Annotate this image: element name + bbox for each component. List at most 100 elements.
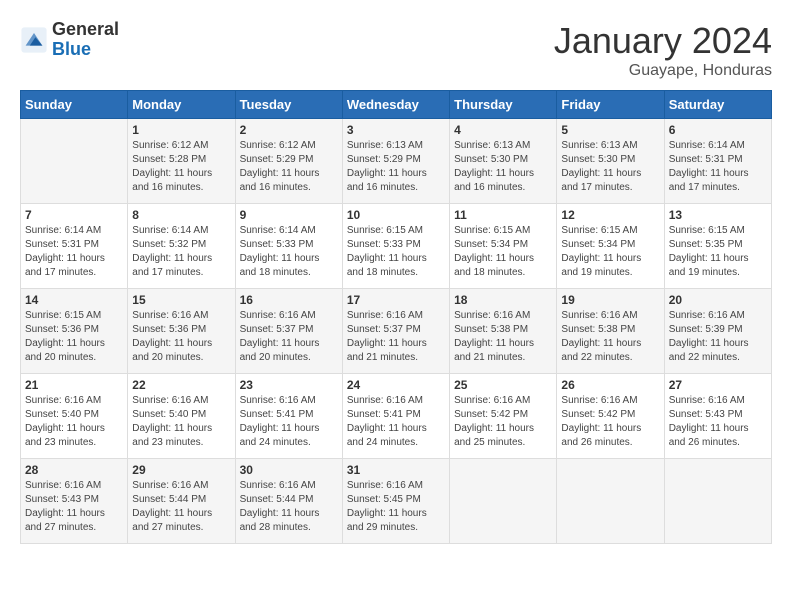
day-cell: 19Sunrise: 6:16 AM Sunset: 5:38 PM Dayli… bbox=[557, 289, 664, 374]
day-info: Sunrise: 6:12 AM Sunset: 5:29 PM Dayligh… bbox=[240, 139, 338, 195]
day-cell bbox=[450, 459, 557, 544]
day-number: 28 bbox=[25, 463, 123, 477]
location-title: Guayape, Honduras bbox=[554, 62, 772, 80]
month-title: January 2024 bbox=[554, 20, 772, 62]
header-cell-monday: Monday bbox=[128, 91, 235, 119]
logo-general: General bbox=[52, 20, 119, 40]
day-number: 1 bbox=[132, 123, 230, 137]
day-number: 31 bbox=[347, 463, 445, 477]
day-number: 30 bbox=[240, 463, 338, 477]
day-info: Sunrise: 6:14 AM Sunset: 5:33 PM Dayligh… bbox=[240, 224, 338, 280]
day-number: 13 bbox=[669, 208, 767, 222]
calendar-header: SundayMondayTuesdayWednesdayThursdayFrid… bbox=[21, 91, 772, 119]
day-info: Sunrise: 6:16 AM Sunset: 5:40 PM Dayligh… bbox=[132, 394, 230, 450]
day-number: 15 bbox=[132, 293, 230, 307]
day-info: Sunrise: 6:15 AM Sunset: 5:34 PM Dayligh… bbox=[454, 224, 552, 280]
day-info: Sunrise: 6:16 AM Sunset: 5:44 PM Dayligh… bbox=[132, 479, 230, 535]
header-cell-friday: Friday bbox=[557, 91, 664, 119]
day-info: Sunrise: 6:16 AM Sunset: 5:38 PM Dayligh… bbox=[561, 309, 659, 365]
day-info: Sunrise: 6:16 AM Sunset: 5:41 PM Dayligh… bbox=[240, 394, 338, 450]
logo-text: General Blue bbox=[52, 20, 119, 60]
day-cell: 30 Sunrise: 6:16 AM Sunset: 5:44 PM Dayli… bbox=[235, 459, 342, 544]
header-cell-sunday: Sunday bbox=[21, 91, 128, 119]
header-cell-wednesday: Wednesday bbox=[342, 91, 449, 119]
header-cell-saturday: Saturday bbox=[664, 91, 771, 119]
day-info: Sunrise: 6:13 AM Sunset: 5:30 PM Dayligh… bbox=[454, 139, 552, 195]
day-cell: 6Sunrise: 6:14 AM Sunset: 5:31 PM Daylig… bbox=[664, 119, 771, 204]
day-number: 10 bbox=[347, 208, 445, 222]
week-row-3: 14Sunrise: 6:15 AM Sunset: 5:36 PM Dayli… bbox=[21, 289, 772, 374]
header-row: SundayMondayTuesdayWednesdayThursdayFrid… bbox=[21, 91, 772, 119]
day-info: Sunrise: 6:14 AM Sunset: 5:32 PM Dayligh… bbox=[132, 224, 230, 280]
day-cell: 18Sunrise: 6:16 AM Sunset: 5:38 PM Dayli… bbox=[450, 289, 557, 374]
day-number: 9 bbox=[240, 208, 338, 222]
day-cell: 20 Sunrise: 6:16 AM Sunset: 5:39 PM Dayli… bbox=[664, 289, 771, 374]
day-info: Sunrise: 6:12 AM Sunset: 5:28 PM Dayligh… bbox=[132, 139, 230, 195]
day-cell: 15Sunrise: 6:16 AM Sunset: 5:36 PM Dayli… bbox=[128, 289, 235, 374]
logo-blue: Blue bbox=[52, 40, 119, 60]
calendar-body: 1 Sunrise: 6:12 AM Sunset: 5:28 PM Daylig… bbox=[21, 119, 772, 544]
day-info: Sunrise: 6:14 AM Sunset: 5:31 PM Dayligh… bbox=[669, 139, 767, 195]
day-cell: 4 Sunrise: 6:13 AM Sunset: 5:30 PM Daylig… bbox=[450, 119, 557, 204]
day-cell bbox=[664, 459, 771, 544]
day-number: 24 bbox=[347, 378, 445, 392]
day-cell: 16Sunrise: 6:16 AM Sunset: 5:37 PM Dayli… bbox=[235, 289, 342, 374]
calendar-table: SundayMondayTuesdayWednesdayThursdayFrid… bbox=[20, 90, 772, 544]
day-cell: 2Sunrise: 6:12 AM Sunset: 5:29 PM Daylig… bbox=[235, 119, 342, 204]
day-info: Sunrise: 6:15 AM Sunset: 5:35 PM Dayligh… bbox=[669, 224, 767, 280]
day-info: Sunrise: 6:16 AM Sunset: 5:43 PM Dayligh… bbox=[669, 394, 767, 450]
day-cell: 10Sunrise: 6:15 AM Sunset: 5:33 PM Dayli… bbox=[342, 204, 449, 289]
day-info: Sunrise: 6:15 AM Sunset: 5:34 PM Dayligh… bbox=[561, 224, 659, 280]
day-cell: 7Sunrise: 6:14 AM Sunset: 5:31 PM Daylig… bbox=[21, 204, 128, 289]
day-number: 8 bbox=[132, 208, 230, 222]
day-info: Sunrise: 6:16 AM Sunset: 5:37 PM Dayligh… bbox=[240, 309, 338, 365]
day-number: 17 bbox=[347, 293, 445, 307]
day-number: 12 bbox=[561, 208, 659, 222]
day-number: 20 bbox=[669, 293, 767, 307]
week-row-4: 21 Sunrise: 6:16 AM Sunset: 5:40 PM Dayli… bbox=[21, 374, 772, 459]
day-cell: 29Sunrise: 6:16 AM Sunset: 5:44 PM Dayli… bbox=[128, 459, 235, 544]
day-number: 3 bbox=[347, 123, 445, 137]
day-info: Sunrise: 6:13 AM Sunset: 5:30 PM Dayligh… bbox=[561, 139, 659, 195]
day-cell: 13 Sunrise: 6:15 AM Sunset: 5:35 PM Dayli… bbox=[664, 204, 771, 289]
day-cell: 25 Sunrise: 6:16 AM Sunset: 5:42 PM Dayli… bbox=[450, 374, 557, 459]
day-cell: 5 Sunrise: 6:13 AM Sunset: 5:30 PM Daylig… bbox=[557, 119, 664, 204]
week-row-5: 28Sunrise: 6:16 AM Sunset: 5:43 PM Dayli… bbox=[21, 459, 772, 544]
day-number: 11 bbox=[454, 208, 552, 222]
day-info: Sunrise: 6:15 AM Sunset: 5:36 PM Dayligh… bbox=[25, 309, 123, 365]
logo-icon bbox=[20, 26, 48, 54]
day-cell bbox=[557, 459, 664, 544]
day-cell: 14Sunrise: 6:15 AM Sunset: 5:36 PM Dayli… bbox=[21, 289, 128, 374]
day-cell: 17 Sunrise: 6:16 AM Sunset: 5:37 PM Dayli… bbox=[342, 289, 449, 374]
header-cell-thursday: Thursday bbox=[450, 91, 557, 119]
day-number: 25 bbox=[454, 378, 552, 392]
day-info: Sunrise: 6:16 AM Sunset: 5:37 PM Dayligh… bbox=[347, 309, 445, 365]
day-info: Sunrise: 6:16 AM Sunset: 5:42 PM Dayligh… bbox=[561, 394, 659, 450]
day-cell: 31 Sunrise: 6:16 AM Sunset: 5:45 PM Dayli… bbox=[342, 459, 449, 544]
day-cell: 12 Sunrise: 6:15 AM Sunset: 5:34 PM Dayli… bbox=[557, 204, 664, 289]
day-cell: 11 Sunrise: 6:15 AM Sunset: 5:34 PM Dayli… bbox=[450, 204, 557, 289]
day-cell: 3 Sunrise: 6:13 AM Sunset: 5:29 PM Daylig… bbox=[342, 119, 449, 204]
day-info: Sunrise: 6:16 AM Sunset: 5:40 PM Dayligh… bbox=[25, 394, 123, 450]
day-cell: 27Sunrise: 6:16 AM Sunset: 5:43 PM Dayli… bbox=[664, 374, 771, 459]
day-info: Sunrise: 6:16 AM Sunset: 5:41 PM Dayligh… bbox=[347, 394, 445, 450]
day-cell: 26 Sunrise: 6:16 AM Sunset: 5:42 PM Dayli… bbox=[557, 374, 664, 459]
day-number: 7 bbox=[25, 208, 123, 222]
header-cell-tuesday: Tuesday bbox=[235, 91, 342, 119]
day-cell: 8 Sunrise: 6:14 AM Sunset: 5:32 PM Daylig… bbox=[128, 204, 235, 289]
day-number: 21 bbox=[25, 378, 123, 392]
day-cell bbox=[21, 119, 128, 204]
day-number: 5 bbox=[561, 123, 659, 137]
day-info: Sunrise: 6:16 AM Sunset: 5:38 PM Dayligh… bbox=[454, 309, 552, 365]
week-row-1: 1 Sunrise: 6:12 AM Sunset: 5:28 PM Daylig… bbox=[21, 119, 772, 204]
day-cell: 23 Sunrise: 6:16 AM Sunset: 5:41 PM Dayli… bbox=[235, 374, 342, 459]
day-number: 23 bbox=[240, 378, 338, 392]
day-info: Sunrise: 6:13 AM Sunset: 5:29 PM Dayligh… bbox=[347, 139, 445, 195]
day-info: Sunrise: 6:16 AM Sunset: 5:45 PM Dayligh… bbox=[347, 479, 445, 535]
day-info: Sunrise: 6:16 AM Sunset: 5:39 PM Dayligh… bbox=[669, 309, 767, 365]
day-info: Sunrise: 6:16 AM Sunset: 5:44 PM Dayligh… bbox=[240, 479, 338, 535]
day-info: Sunrise: 6:16 AM Sunset: 5:42 PM Dayligh… bbox=[454, 394, 552, 450]
day-number: 26 bbox=[561, 378, 659, 392]
title-area: January 2024 Guayape, Honduras bbox=[554, 20, 772, 80]
day-number: 4 bbox=[454, 123, 552, 137]
